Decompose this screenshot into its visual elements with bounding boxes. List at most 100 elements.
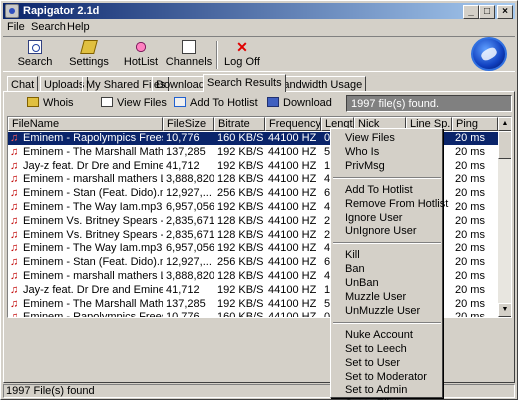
context-menu: View Files Who Is PrivMsg Add To Hotlist Rem…	[330, 128, 448, 400]
table-cell: 128 KB/S	[217, 214, 264, 227]
column-header[interactable]: FileName	[8, 117, 163, 131]
table-cell: Eminem - The Marshall Mathers LP ...	[23, 145, 163, 158]
table-cell: Eminem Vs. Britney Spears - My N...	[23, 214, 163, 227]
table-cell: Eminem - The Way Iam.mp3	[23, 201, 163, 213]
table-cell: 20 ms	[455, 173, 485, 186]
context-menu-item-muzzle-user[interactable]: Muzzle User	[333, 291, 441, 304]
column-header[interactable]: Ping	[452, 117, 498, 131]
table-cell: 12,927,...	[166, 256, 212, 269]
music-note-icon: ♫	[10, 214, 19, 227]
table-cell: Jay-z feat. Dr Dre and Eminem - Bi...	[23, 283, 163, 296]
table-cell: 44100 HZ	[268, 242, 317, 255]
close-button[interactable]: ×	[497, 5, 513, 19]
maximize-button[interactable]: □	[479, 5, 495, 19]
table-cell: 160 KB/S	[217, 132, 264, 144]
music-note-icon: ♫	[10, 256, 19, 269]
add-to-hotlist-button[interactable]: Add To Hotlist	[174, 97, 258, 109]
table-cell: 44100 HZ	[268, 311, 317, 318]
context-menu-item-set-to-admin[interactable]: Set to Admin	[333, 384, 441, 397]
hotlist-tool-button[interactable]: HotList	[115, 39, 167, 71]
table-cell: 44100 HZ	[268, 283, 317, 296]
table-cell: 20 ms	[455, 132, 485, 144]
menu-help[interactable]: Help	[67, 21, 90, 33]
table-cell: 128 KB/S	[217, 270, 264, 282]
music-note-icon: ♫	[10, 201, 19, 213]
download-label: Download	[283, 97, 332, 109]
table-cell: 192 KB/S	[217, 283, 264, 296]
context-menu-item-unban[interactable]: UnBan	[333, 277, 441, 290]
scroll-down-icon[interactable]: ▼	[498, 303, 511, 317]
context-menu-item-set-to-moderator[interactable]: Set to Moderator	[333, 371, 441, 384]
tab-bandwidth-usage[interactable]: Bandwidth Usage	[272, 76, 367, 92]
table-cell: 20 ms	[455, 159, 485, 172]
table-cell: 20 ms	[455, 283, 485, 296]
toolbar: Search Settings HotList Channels ✕ Log O…	[3, 36, 515, 72]
tab-search-results[interactable]: Search Results	[203, 74, 286, 92]
table-cell: Eminem - The Marshall Mathers LP ...	[23, 297, 163, 310]
context-menu-item-add-to-hotlist[interactable]: Add To Hotlist	[333, 184, 441, 197]
table-cell: 20 ms	[455, 311, 485, 318]
context-menu-item-set-to-leech[interactable]: Set to Leech	[333, 343, 441, 356]
menu-search[interactable]: Search	[31, 21, 66, 33]
settings-icon	[80, 40, 98, 54]
add-hotlist-icon	[174, 97, 186, 107]
table-cell: 128 KB/S	[217, 173, 264, 186]
music-note-icon: ♫	[10, 145, 19, 158]
table-cell: 44100 HZ	[268, 145, 317, 158]
tab-chat[interactable]: Chat	[7, 76, 39, 92]
context-menu-item-privmsg[interactable]: PrivMsg	[333, 160, 441, 173]
table-cell: Eminem - marshall mathers LP - bit...	[23, 173, 163, 186]
context-menu-item-unignore-user[interactable]: UnIgnore User	[333, 225, 441, 238]
hotlist-icon	[134, 40, 148, 54]
logoff-icon: ✕	[236, 39, 248, 55]
context-menu-item-view-files[interactable]: View Files	[333, 132, 441, 145]
download-button[interactable]: Download	[267, 97, 332, 109]
context-menu-item-remove-from-hotlist[interactable]: Remove From Hotlist	[333, 198, 448, 211]
whois-label: Whois	[43, 97, 74, 109]
music-note-icon: ♫	[10, 228, 19, 241]
context-menu-item-kill[interactable]: Kill	[333, 249, 441, 262]
table-cell: 10,776	[166, 132, 200, 144]
scroll-up-icon[interactable]: ▲	[498, 117, 511, 131]
table-cell: 160 KB/S	[217, 311, 264, 318]
scroll-thumb[interactable]	[498, 131, 511, 159]
view-files-button[interactable]: View Files	[101, 97, 167, 109]
context-menu-item-who-is[interactable]: Who Is	[333, 146, 441, 159]
context-menu-item-ban[interactable]: Ban	[333, 263, 441, 276]
column-header[interactable]: Frequency	[265, 117, 321, 131]
title-bar: Rapigator 2.1d _ □ ×	[3, 3, 515, 19]
vertical-scrollbar[interactable]: ▲ ▼	[498, 117, 511, 317]
table-cell: 20 ms	[455, 214, 485, 227]
table-cell: 192 KB/S	[217, 159, 264, 172]
settings-tool-label: Settings	[69, 56, 109, 68]
settings-tool-button[interactable]: Settings	[63, 39, 115, 71]
menu-file[interactable]: File	[7, 21, 25, 33]
search-tool-button[interactable]: Search	[9, 39, 61, 71]
menu-separator	[333, 176, 441, 179]
channels-tool-button[interactable]: Channels	[163, 39, 215, 71]
menu-bar: File Search Help	[3, 19, 515, 35]
context-menu-item-unmuzzle-user[interactable]: UnMuzzle User	[333, 305, 441, 318]
minimize-button[interactable]: _	[463, 5, 479, 19]
table-cell: Eminem Vs. Britney Spears - My N...	[23, 228, 163, 241]
context-menu-item-nuke-account[interactable]: Nuke Account	[333, 329, 441, 342]
column-header[interactable]: Bitrate	[214, 117, 265, 131]
table-cell: 44100 HZ	[268, 201, 317, 213]
window-title: Rapigator 2.1d	[23, 5, 100, 17]
context-menu-item-set-to-user[interactable]: Set to User	[333, 357, 441, 370]
add-to-hotlist-label: Add To Hotlist	[190, 97, 258, 109]
table-cell: 192 KB/S	[217, 201, 264, 213]
music-note-icon: ♫	[10, 159, 19, 172]
table-cell: 6,957,056	[166, 201, 214, 213]
files-found-indicator: 1997 file(s) found.	[346, 95, 512, 112]
whois-button[interactable]: Whois	[27, 97, 74, 109]
table-cell: 44100 HZ	[268, 297, 317, 310]
table-cell: 20 ms	[455, 201, 485, 213]
table-cell: 20 ms	[455, 187, 485, 200]
context-menu-item-ignore-user[interactable]: Ignore User	[333, 212, 441, 225]
menu-separator	[333, 321, 441, 324]
logoff-tool-button[interactable]: ✕ Log Off	[216, 39, 268, 71]
column-header[interactable]: FileSize	[163, 117, 214, 131]
table-cell: 44100 HZ	[268, 228, 317, 241]
table-cell: 44100 HZ	[268, 159, 317, 172]
